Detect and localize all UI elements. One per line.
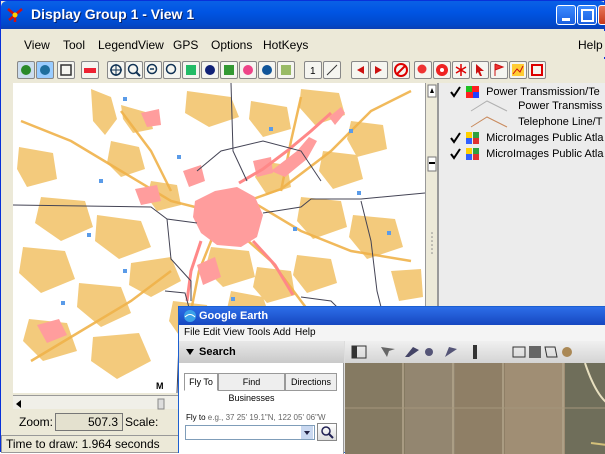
search-header-label: Search	[199, 346, 236, 358]
zoom-extent-icon[interactable]	[107, 61, 125, 79]
forward-icon[interactable]	[370, 61, 388, 79]
ge-menu-file[interactable]: File	[184, 327, 200, 338]
menu-options[interactable]: Options	[211, 38, 252, 52]
target-icon[interactable]	[433, 61, 451, 79]
gps-tool-icon[interactable]	[258, 61, 276, 79]
zoom-in-icon[interactable]	[125, 61, 143, 79]
satellite-imagery	[345, 363, 605, 454]
window-title: Display Group 1 - View 1	[31, 6, 195, 22]
fly-to-hint: Fly to e.g., 37 25' 19.1"N, 122 05' 06"W	[186, 413, 326, 422]
chart-icon[interactable]	[509, 61, 527, 79]
layer-tool-icon[interactable]	[239, 61, 257, 79]
draw-time-status: Time to draw: 1.964 seconds	[1, 435, 179, 453]
google-earth-icon	[184, 310, 196, 322]
collapse-triangle-icon	[186, 349, 194, 355]
google-earth-window: Google Earth File Edit View Tools Add He…	[178, 306, 605, 454]
checkbox-checked-icon[interactable]	[449, 85, 483, 99]
scale-label: Scale:	[125, 415, 159, 429]
minimize-icon	[562, 18, 570, 21]
ge-menu-help[interactable]: Help	[295, 327, 316, 338]
legend-element-row: Power Transmiss	[469, 99, 602, 113]
frame-tool-icon[interactable]	[57, 61, 75, 79]
google-earth-toolbar	[345, 341, 605, 363]
ge-menu-edit[interactable]: Edit	[203, 327, 220, 338]
menu-gps[interactable]: GPS	[173, 38, 198, 52]
zoom-label: Zoom:	[19, 415, 54, 429]
menu-legendview[interactable]: LegendView	[98, 38, 164, 52]
flag-icon[interactable]	[490, 61, 508, 79]
search-icon	[321, 426, 334, 439]
fly-to-input[interactable]	[185, 425, 315, 440]
close-button[interactable]	[598, 5, 605, 25]
legend-layer-label: MicroImages Public Atla	[486, 131, 604, 144]
legend-element-label: Telephone Line/T	[518, 115, 603, 128]
back-icon[interactable]	[351, 61, 369, 79]
pan-tool-icon[interactable]	[17, 61, 35, 79]
tab-fly-to[interactable]: Fly To	[184, 373, 218, 391]
tab-directions[interactable]: Directions	[285, 373, 337, 391]
zoom-prev-icon[interactable]	[182, 61, 200, 79]
minimize-button[interactable]	[556, 5, 576, 25]
legend-layer-row[interactable]: MicroImages Public Atla	[449, 147, 603, 161]
zoom-out-icon[interactable]	[144, 61, 162, 79]
ge-menu-view[interactable]: View	[223, 327, 245, 338]
legend-tool-icon[interactable]	[277, 61, 295, 79]
antenna-icon[interactable]	[452, 61, 470, 79]
select-tool-icon[interactable]	[36, 61, 54, 79]
google-earth-search-panel: Search Fly To Find Businesses Directions…	[179, 341, 344, 454]
search-go-button[interactable]	[317, 423, 337, 441]
menu-tool[interactable]: Tool	[63, 38, 85, 52]
menu-view[interactable]: View	[24, 38, 50, 52]
zoom-next-icon[interactable]	[201, 61, 219, 79]
svg-text:1: 1	[310, 66, 316, 77]
google-earth-title-bar[interactable]: Google Earth	[179, 307, 605, 325]
measure-tool-icon[interactable]	[81, 61, 99, 79]
menu-hotkeys[interactable]: HotKeys	[263, 38, 308, 52]
google-earth-menu-bar: File Edit View Tools Add Help	[179, 325, 605, 341]
fly-to-example: e.g., 37 25' 19.1"N, 122 05' 06"W	[207, 413, 326, 422]
maximize-button[interactable]	[577, 5, 597, 25]
ge-menu-tools[interactable]: Tools	[247, 327, 270, 338]
legend-element-row: Telephone Line/T	[469, 115, 602, 129]
menu-bar: View Tool LegendView GPS Options HotKeys…	[1, 31, 605, 57]
legend-element-label: Power Transmiss	[518, 99, 603, 112]
find-icon[interactable]	[414, 61, 432, 79]
scale-fraction-icon[interactable]	[323, 61, 341, 79]
redraw-icon[interactable]	[220, 61, 238, 79]
zoom-box-icon[interactable]	[163, 61, 181, 79]
google-earth-title: Google Earth	[199, 310, 269, 322]
legend-layer-row[interactable]: MicroImages Public Atla	[449, 131, 603, 145]
title-bar[interactable]: Display Group 1 - View 1	[1, 1, 605, 29]
main-window: Display Group 1 - View 1 View Tool Legen…	[0, 0, 605, 454]
dropdown-arrow-icon[interactable]	[301, 426, 313, 439]
pointer-icon[interactable]	[471, 61, 489, 79]
fly-to-label: Fly to	[186, 413, 206, 422]
ge-toolbar-icons	[351, 345, 572, 359]
google-earth-3d-view[interactable]	[345, 363, 605, 454]
checkbox-checked-icon[interactable]	[449, 147, 483, 161]
app-icon	[7, 8, 23, 22]
svg-text:M: M	[156, 381, 164, 391]
tab-find-businesses[interactable]: Find Businesses	[218, 373, 285, 403]
line-sample-icon	[470, 116, 508, 128]
legend-layer-label: MicroImages Public Atla	[486, 147, 604, 160]
stop-icon[interactable]	[392, 61, 410, 79]
tool-bar: 1	[1, 59, 605, 85]
ge-menu-add[interactable]: Add	[273, 327, 291, 338]
line-sample-icon	[470, 100, 508, 112]
box-icon[interactable]	[528, 61, 546, 79]
maximize-icon	[581, 9, 594, 22]
scale-one-icon[interactable]: 1	[304, 61, 322, 79]
legend-layer-row[interactable]: Power Transmission/Te	[449, 85, 600, 99]
zoom-value-field[interactable]: 507.3	[55, 413, 123, 431]
legend-layer-label: Power Transmission/Te	[486, 85, 600, 98]
menu-help[interactable]: Help	[578, 38, 603, 52]
search-header[interactable]: Search	[179, 341, 344, 363]
checkbox-checked-icon[interactable]	[449, 131, 483, 145]
